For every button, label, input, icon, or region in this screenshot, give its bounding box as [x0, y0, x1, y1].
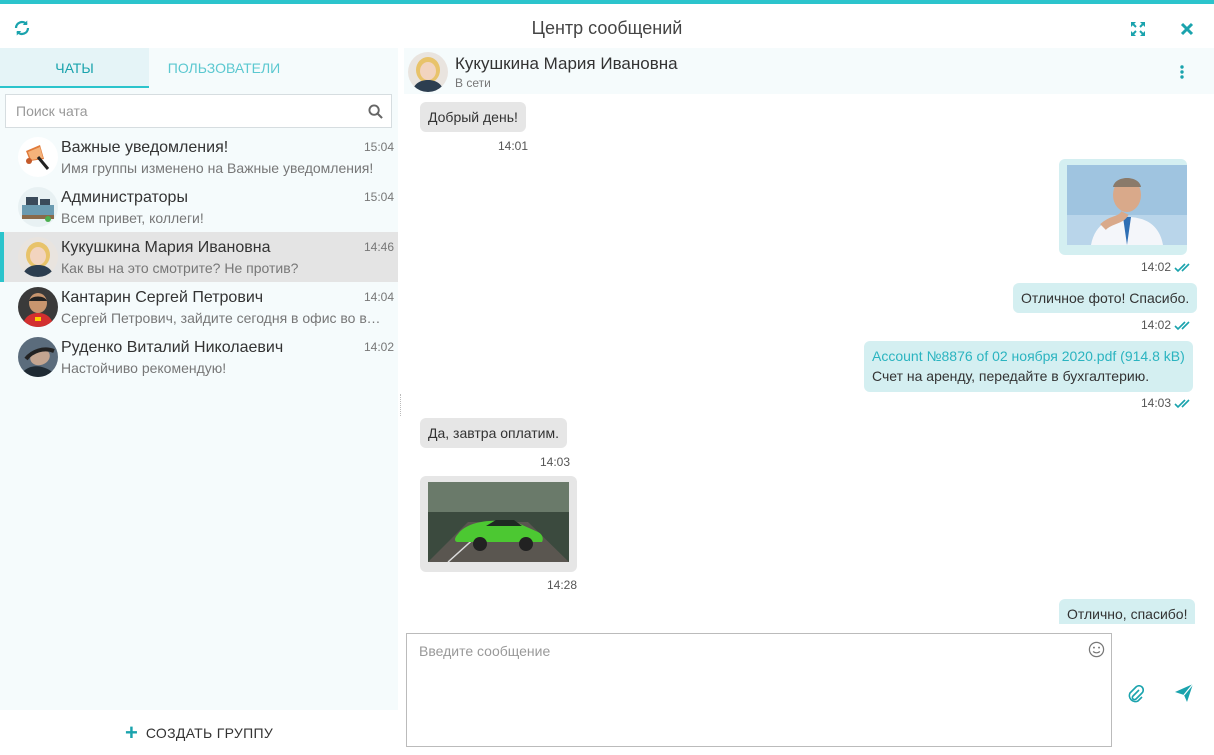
panel-resize-handle[interactable]	[400, 394, 402, 416]
list-item[interactable]: Администраторы 15:04 Всем привет, коллег…	[0, 182, 398, 232]
emoji-icon[interactable]	[1087, 640, 1105, 658]
message-time-value: 14:02	[1141, 318, 1172, 332]
outgoing-file-message: Account №8876 of 02 ноября 2020.pdf (914…	[864, 341, 1193, 392]
close-icon[interactable]	[1177, 19, 1197, 39]
man-thinking-photo	[1067, 165, 1187, 245]
message-composer	[406, 633, 1112, 747]
chat-preview: Имя группы изменено на Важные уведомлени…	[61, 160, 374, 176]
chat-name: Важные уведомления!	[61, 139, 229, 156]
megaphone-avatar	[18, 137, 58, 177]
chat-time: 15:04	[363, 190, 394, 204]
message-time-value: 14:03	[1141, 396, 1172, 410]
chat-time: 14:02	[363, 340, 394, 354]
desk-avatar	[18, 187, 58, 227]
message-time: 14:02	[1141, 318, 1194, 332]
chat-preview: Сергей Петрович, зайдите сегодня в офис …	[61, 310, 383, 326]
chat-time: 14:04	[363, 290, 394, 304]
search-input[interactable]	[6, 95, 346, 127]
conversation-header: Кукушкина Мария Ивановна В сети	[404, 48, 1214, 94]
tab-chats[interactable]: Чаты	[0, 48, 149, 88]
chat-name: Кукушкина Мария Ивановна	[61, 239, 271, 256]
create-group-button[interactable]: + Создать группу	[0, 710, 398, 755]
read-receipt-icon	[1174, 321, 1190, 330]
expand-icon[interactable]	[1128, 19, 1148, 39]
conversation-name: Кукушкина Мария Ивановна	[455, 54, 678, 73]
chat-sidebar: Чаты Пользователи Важные уведомления! 15…	[0, 48, 398, 755]
list-item[interactable]: Руденко Виталий Николаевич 14:02 Настойч…	[0, 332, 398, 382]
message-time-value: 14:02	[1141, 260, 1172, 274]
woman-avatar	[18, 237, 58, 277]
read-receipt-icon	[1174, 263, 1190, 272]
racer-avatar	[18, 287, 58, 327]
list-item[interactable]: Кукушкина Мария Ивановна 14:46 Как вы на…	[0, 232, 398, 282]
chat-list: Важные уведомления! 15:04 Имя группы изм…	[0, 132, 398, 382]
chat-time: 15:04	[363, 140, 394, 154]
message-time: 14:03	[1141, 396, 1194, 410]
incoming-message: Да, завтра оплатим.	[420, 418, 568, 448]
incoming-message: Добрый день!	[420, 102, 526, 132]
attach-icon[interactable]	[1126, 684, 1146, 704]
chat-preview: Как вы на это смотрите? Не против?	[61, 260, 299, 276]
incoming-image-message[interactable]	[420, 476, 577, 572]
send-icon[interactable]	[1173, 682, 1195, 704]
message-time: 14:01	[498, 139, 529, 153]
create-group-label: Создать группу	[145, 724, 274, 741]
chat-search	[5, 94, 392, 128]
message-time: 14:03	[540, 455, 571, 469]
chat-preview: Настойчиво рекомендую!	[61, 360, 227, 376]
green-car-photo	[428, 482, 569, 563]
window-header: Центр сообщений	[0, 4, 1214, 50]
file-attachment-link[interactable]: Account №8876 of 02 ноября 2020.pdf (914…	[872, 346, 1185, 366]
woman-avatar	[408, 52, 448, 92]
message-thread: Добрый день! 14:01 14:02 Отличное фото! …	[404, 94, 1214, 624]
read-receipt-icon	[1174, 399, 1190, 408]
chat-name: Руденко Виталий Николаевич	[61, 339, 284, 356]
tab-users[interactable]: Пользователи	[149, 48, 299, 88]
window-title: Центр сообщений	[531, 18, 683, 38]
message-time: 14:02	[1141, 260, 1194, 274]
message-time: 14:28	[547, 578, 578, 592]
message-input[interactable]	[407, 634, 1067, 734]
chat-preview: Всем привет, коллеги!	[61, 210, 204, 226]
outgoing-image-message[interactable]	[1059, 159, 1187, 255]
more-options-icon[interactable]	[1178, 64, 1186, 80]
search-icon[interactable]	[368, 104, 383, 124]
man-avatar	[18, 337, 58, 377]
outgoing-message: Отлично, спасибо!	[1059, 599, 1196, 624]
plus-icon: +	[124, 719, 138, 745]
message-text: Счет на аренду, передайте в бухгалтерию.	[872, 368, 1150, 384]
list-item[interactable]: Кантарин Сергей Петрович 14:04 Сергей Пе…	[0, 282, 398, 332]
chat-name: Администраторы	[61, 189, 188, 206]
chat-time: 14:46	[363, 240, 394, 254]
sidebar-tabs: Чаты Пользователи	[0, 48, 398, 88]
online-status: В сети	[455, 76, 491, 90]
outgoing-message: Отличное фото! Спасибо.	[1013, 283, 1198, 313]
list-item[interactable]: Важные уведомления! 15:04 Имя группы изм…	[0, 132, 398, 182]
chat-name: Кантарин Сергей Петрович	[61, 289, 264, 306]
